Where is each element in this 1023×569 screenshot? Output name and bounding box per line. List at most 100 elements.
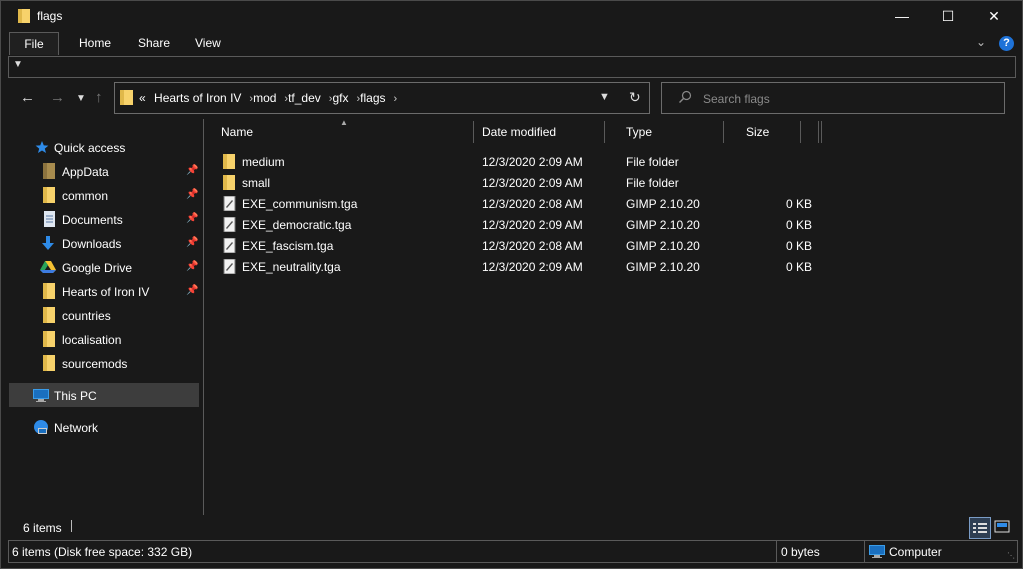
pin-icon[interactable]: 📌 [186, 237, 198, 248]
download-icon [42, 236, 54, 250]
sidebar-item-label: Hearts of Iron IV [62, 285, 150, 299]
tab-view[interactable]: View [185, 32, 231, 54]
search-input[interactable]: Search flags [703, 92, 770, 106]
file-type: File folder [626, 155, 679, 169]
file-size: 0 KB [785, 260, 812, 274]
sidebar-item-sourcemods[interactable]: sourcemods [9, 351, 199, 375]
file-date: 12/3/2020 2:09 AM [482, 218, 583, 232]
window-title: flags [37, 9, 63, 23]
computer-icon [33, 389, 49, 402]
search-icon [679, 90, 692, 103]
tab-share[interactable]: Share [128, 32, 180, 54]
gimp-file-icon [223, 217, 236, 232]
pin-icon[interactable]: 📌 [186, 285, 198, 296]
sidebar-item-label: This PC [54, 389, 97, 403]
status-divider [776, 541, 777, 562]
folder-icon [223, 175, 235, 190]
sidebar-item-common[interactable]: common 📌 [9, 183, 199, 207]
close-button[interactable]: ✕ [971, 1, 1017, 31]
folder-icon [18, 9, 30, 23]
address-history-dropdown-icon[interactable]: ▼ [599, 91, 610, 103]
chevron-right-icon[interactable]: › [394, 93, 398, 105]
sidebar-item-label: countries [62, 309, 111, 323]
details-view-button[interactable] [969, 517, 991, 539]
file-row[interactable]: EXE_communism.tga 12/3/2020 2:08 AM GIMP… [204, 193, 820, 214]
breadcrumb-item[interactable]: Hearts of Iron IV [154, 91, 241, 105]
help-icon[interactable]: ? [999, 36, 1014, 51]
breadcrumb-item[interactable]: gfx [332, 91, 348, 105]
file-row[interactable]: small 12/3/2020 2:09 AM File folder [204, 172, 820, 193]
folder-icon [43, 163, 55, 179]
address-bar[interactable]: « Hearts of Iron IV ›mod ›tf_dev ›gfx ›flags… [114, 82, 650, 114]
file-date: 12/3/2020 2:08 AM [482, 197, 583, 211]
sidebar-item-quick-access[interactable]: Quick access [9, 135, 199, 159]
sidebar-item-countries[interactable]: countries [9, 303, 199, 327]
file-size: 0 KB [785, 239, 812, 253]
sidebar-item-documents[interactable]: Documents 📌 [9, 207, 199, 231]
network-icon [34, 420, 48, 434]
file-type: GIMP 2.10.20 [626, 218, 700, 232]
sidebar-item-localisation[interactable]: localisation [9, 327, 199, 351]
sidebar-item-hearts-of-iron-iv[interactable]: Hearts of Iron IV 📌 [9, 279, 199, 303]
file-type: GIMP 2.10.20 [626, 239, 700, 253]
file-name: EXE_fascism.tga [242, 239, 334, 253]
status-divider [864, 541, 865, 562]
breadcrumb: « Hearts of Iron IV ›mod ›tf_dev ›gfx ›flags… [139, 91, 397, 105]
pin-icon[interactable]: 📌 [186, 261, 198, 272]
details-view-icon [973, 523, 987, 533]
ribbon-tabs: File Home Share View ⌄ ? [1, 32, 1022, 56]
breadcrumb-overflow[interactable]: « [139, 91, 146, 105]
sidebar-item-this-pc[interactable]: This PC [9, 383, 199, 407]
quick-access-toolbar: ▼ [8, 56, 1016, 78]
up-arrow-icon[interactable]: ↑ [95, 89, 103, 106]
large-icons-view-icon [994, 520, 1010, 533]
recent-locations-chevron-icon[interactable]: ▼ [76, 93, 86, 104]
file-row[interactable]: EXE_democratic.tga 12/3/2020 2:09 AM GIM… [204, 214, 820, 235]
folder-icon [120, 90, 133, 105]
sidebar-item-appdata[interactable]: AppData 📌 [9, 159, 199, 183]
column-header-date-modified[interactable]: Date modified [475, 121, 605, 143]
sidebar-item-google-drive[interactable]: Google Drive 📌 [9, 255, 199, 279]
pin-icon[interactable]: 📌 [186, 165, 198, 176]
file-name: EXE_neutrality.tga [242, 260, 341, 274]
column-header-extra[interactable] [800, 121, 822, 143]
refresh-icon[interactable]: ↻ [629, 89, 641, 106]
sidebar-item-downloads[interactable]: Downloads 📌 [9, 231, 199, 255]
pin-icon[interactable]: 📌 [186, 189, 198, 200]
title-bar[interactable]: flags — ☐ ✕ [1, 1, 1022, 31]
breadcrumb-item[interactable]: tf_dev [288, 91, 321, 105]
file-row[interactable]: EXE_fascism.tga 12/3/2020 2:08 AM GIMP 2… [204, 235, 820, 256]
navigation-bar: ← → ▼ ↑ « Hearts of Iron IV ›mod ›tf_dev ›g… [1, 81, 1022, 115]
minimize-button[interactable]: — [879, 1, 925, 31]
breadcrumb-item[interactable]: flags [360, 91, 385, 105]
column-header-type[interactable]: Type [606, 121, 724, 143]
file-row[interactable]: EXE_neutrality.tga 12/3/2020 2:09 AM GIM… [204, 256, 820, 277]
column-header-name[interactable]: Name [204, 121, 474, 143]
forward-arrow-icon[interactable]: → [50, 89, 65, 106]
google-drive-icon [40, 261, 56, 273]
large-icons-view-button[interactable] [992, 517, 1012, 537]
gimp-file-icon [223, 238, 236, 253]
file-date: 12/3/2020 2:09 AM [482, 155, 583, 169]
tab-file[interactable]: File [9, 32, 59, 55]
file-name: small [242, 176, 271, 190]
resize-grip-icon[interactable]: ⋱ [1007, 551, 1015, 560]
sidebar-item-label: sourcemods [62, 357, 128, 371]
explorer-window: flags — ☐ ✕ File Home Share View ⌄ ? ▼ ←… [0, 0, 1023, 569]
pin-icon[interactable]: 📌 [186, 213, 198, 224]
sidebar-item-label: Quick access [54, 141, 126, 155]
expand-ribbon-icon[interactable]: ⌄ [976, 35, 986, 49]
search-box[interactable]: Search flags [661, 82, 1005, 114]
file-row[interactable]: medium 12/3/2020 2:09 AM File folder [204, 151, 820, 172]
tab-home[interactable]: Home [69, 32, 121, 54]
maximize-button[interactable]: ☐ [925, 1, 971, 31]
document-icon [44, 211, 55, 227]
back-arrow-icon[interactable]: ← [20, 89, 35, 106]
file-name: EXE_communism.tga [242, 197, 358, 211]
breadcrumb-item[interactable]: mod [253, 91, 276, 105]
sidebar-item-label: Documents [62, 213, 123, 227]
customize-toolbar-icon[interactable]: ▼ [13, 59, 23, 73]
folder-icon [43, 331, 55, 347]
folder-icon [43, 283, 55, 299]
sidebar-item-network[interactable]: Network [9, 415, 199, 439]
